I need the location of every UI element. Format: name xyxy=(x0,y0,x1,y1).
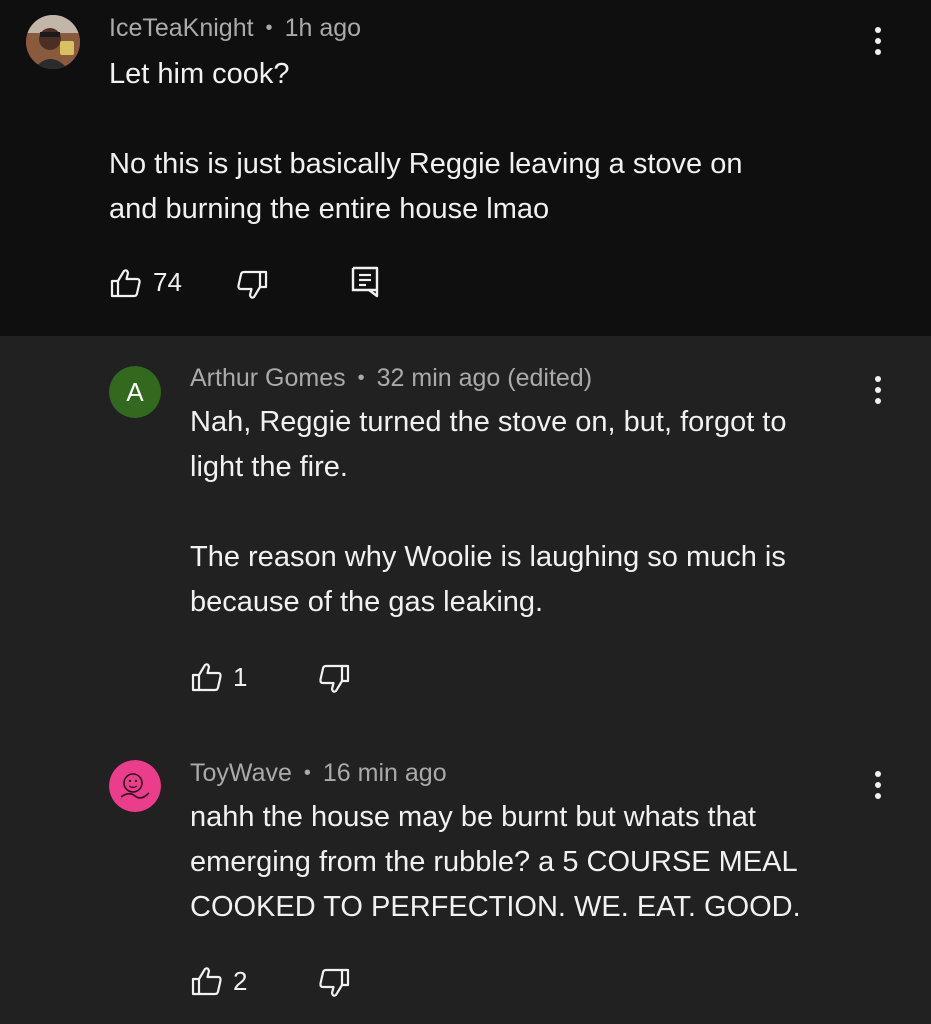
reply-meta: Arthur Gomes • 32 min ago (edited) xyxy=(190,364,592,393)
reply-icon xyxy=(351,266,379,298)
iceteaknight-avatar[interactable] xyxy=(26,15,80,69)
meta-separator: • xyxy=(357,367,365,389)
like-button[interactable] xyxy=(191,662,223,692)
like-button[interactable] xyxy=(110,268,142,298)
reply-time: 16 min ago xyxy=(322,759,447,787)
top-comment: IceTeaKnight • 1h ago Let him cook? No t… xyxy=(0,0,931,336)
like-count: 2 xyxy=(233,966,248,996)
thumbs-up-icon xyxy=(191,967,222,996)
comment-time: 1h ago xyxy=(284,14,362,42)
reply-button[interactable] xyxy=(351,266,379,298)
like-count: 74 xyxy=(153,267,182,297)
dislike-button[interactable] xyxy=(318,968,350,998)
thumbs-up-icon xyxy=(191,663,222,692)
reply-meta: ToyWave • 16 min ago xyxy=(190,759,447,788)
arthur-gomes-avatar[interactable]: A xyxy=(109,366,161,418)
like-button[interactable] xyxy=(191,966,223,996)
doodle-face-icon xyxy=(120,773,150,799)
reply-time: 32 min ago (edited) xyxy=(376,364,593,392)
reply-author[interactable]: ToyWave xyxy=(190,759,292,788)
reply-text: nahh the house may be burnt but whats th… xyxy=(190,801,801,923)
comment-text: Let him cook? No this is just basically … xyxy=(109,58,743,225)
meta-separator: • xyxy=(303,762,311,784)
toywave-avatar[interactable] xyxy=(109,760,161,812)
dislike-button[interactable] xyxy=(318,664,350,694)
reply-author[interactable]: Arthur Gomes xyxy=(190,364,346,393)
comment-meta: IceTeaKnight • 1h ago xyxy=(109,14,361,43)
profile-photo-icon xyxy=(26,15,80,69)
like-count: 1 xyxy=(233,662,248,692)
dislike-button[interactable] xyxy=(236,270,268,300)
reply-text: Nah, Reggie turned the stove on, but, fo… xyxy=(190,406,787,618)
thumbs-down-icon xyxy=(319,664,350,693)
avatar-letter: A xyxy=(126,376,144,407)
thumbs-down-icon xyxy=(237,270,268,299)
meta-separator: • xyxy=(265,17,273,39)
thumbs-up-icon xyxy=(110,269,141,298)
thumbs-down-icon xyxy=(319,968,350,997)
comment-author[interactable]: IceTeaKnight xyxy=(109,14,254,43)
